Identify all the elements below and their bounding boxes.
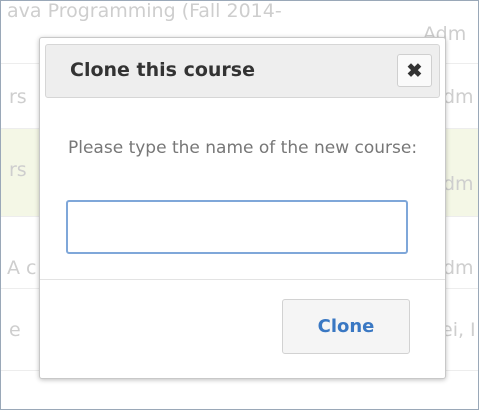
clone-course-dialog: Clone this course ✖ Please type the name…	[39, 37, 446, 379]
new-course-name-input[interactable]	[66, 200, 408, 254]
dialog-title: Clone this course	[70, 59, 255, 81]
close-x-icon: ✖	[406, 61, 423, 82]
clone-button[interactable]: Clone	[282, 299, 410, 354]
dialog-divider	[40, 279, 445, 280]
dialog-header: Clone this course ✖	[45, 44, 440, 98]
close-button[interactable]: ✖	[397, 54, 432, 87]
clone-prompt-text: Please type the name of the new course:	[68, 138, 418, 158]
